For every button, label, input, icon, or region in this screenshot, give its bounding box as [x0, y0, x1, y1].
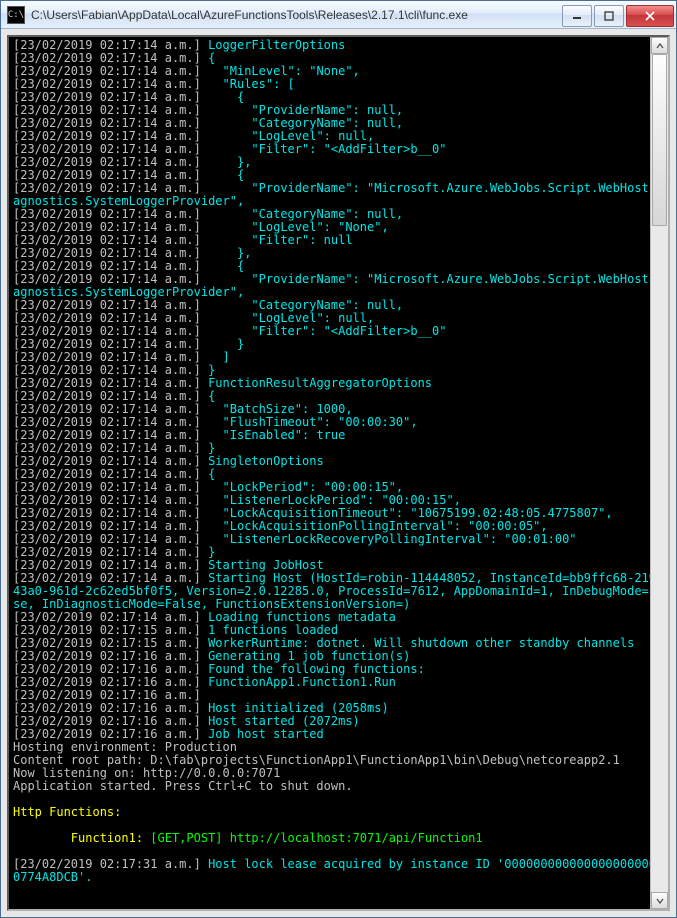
maximize-button[interactable] [594, 5, 624, 27]
window-title: C:\Users\Fabian\AppData\Local\AzureFunct… [31, 8, 560, 22]
client-area: [23/02/2019 02:17:14 a.m.] LoggerFilterO… [1, 29, 676, 917]
titlebar[interactable]: C:\ C:\Users\Fabian\AppData\Local\AzureF… [1, 1, 676, 29]
app-icon: C:\ [7, 6, 25, 24]
scrollbar-thumb[interactable] [652, 54, 667, 226]
maximize-icon [604, 11, 614, 21]
close-icon [645, 11, 655, 21]
vertical-scrollbar[interactable] [650, 37, 668, 909]
app-window: C:\ C:\Users\Fabian\AppData\Local\AzureF… [0, 0, 677, 918]
console-output[interactable]: [23/02/2019 02:17:14 a.m.] LoggerFilterO… [9, 37, 650, 909]
scroll-up-button[interactable] [651, 37, 668, 54]
scroll-down-button[interactable] [651, 892, 668, 909]
scrollbar-track[interactable] [651, 54, 668, 892]
minimize-button[interactable] [562, 5, 592, 27]
console-frame: [23/02/2019 02:17:14 a.m.] LoggerFilterO… [7, 35, 670, 911]
close-button[interactable] [626, 5, 674, 27]
window-buttons [560, 5, 674, 25]
minimize-icon [572, 11, 582, 21]
chevron-down-icon [656, 897, 664, 905]
chevron-up-icon [656, 42, 664, 50]
